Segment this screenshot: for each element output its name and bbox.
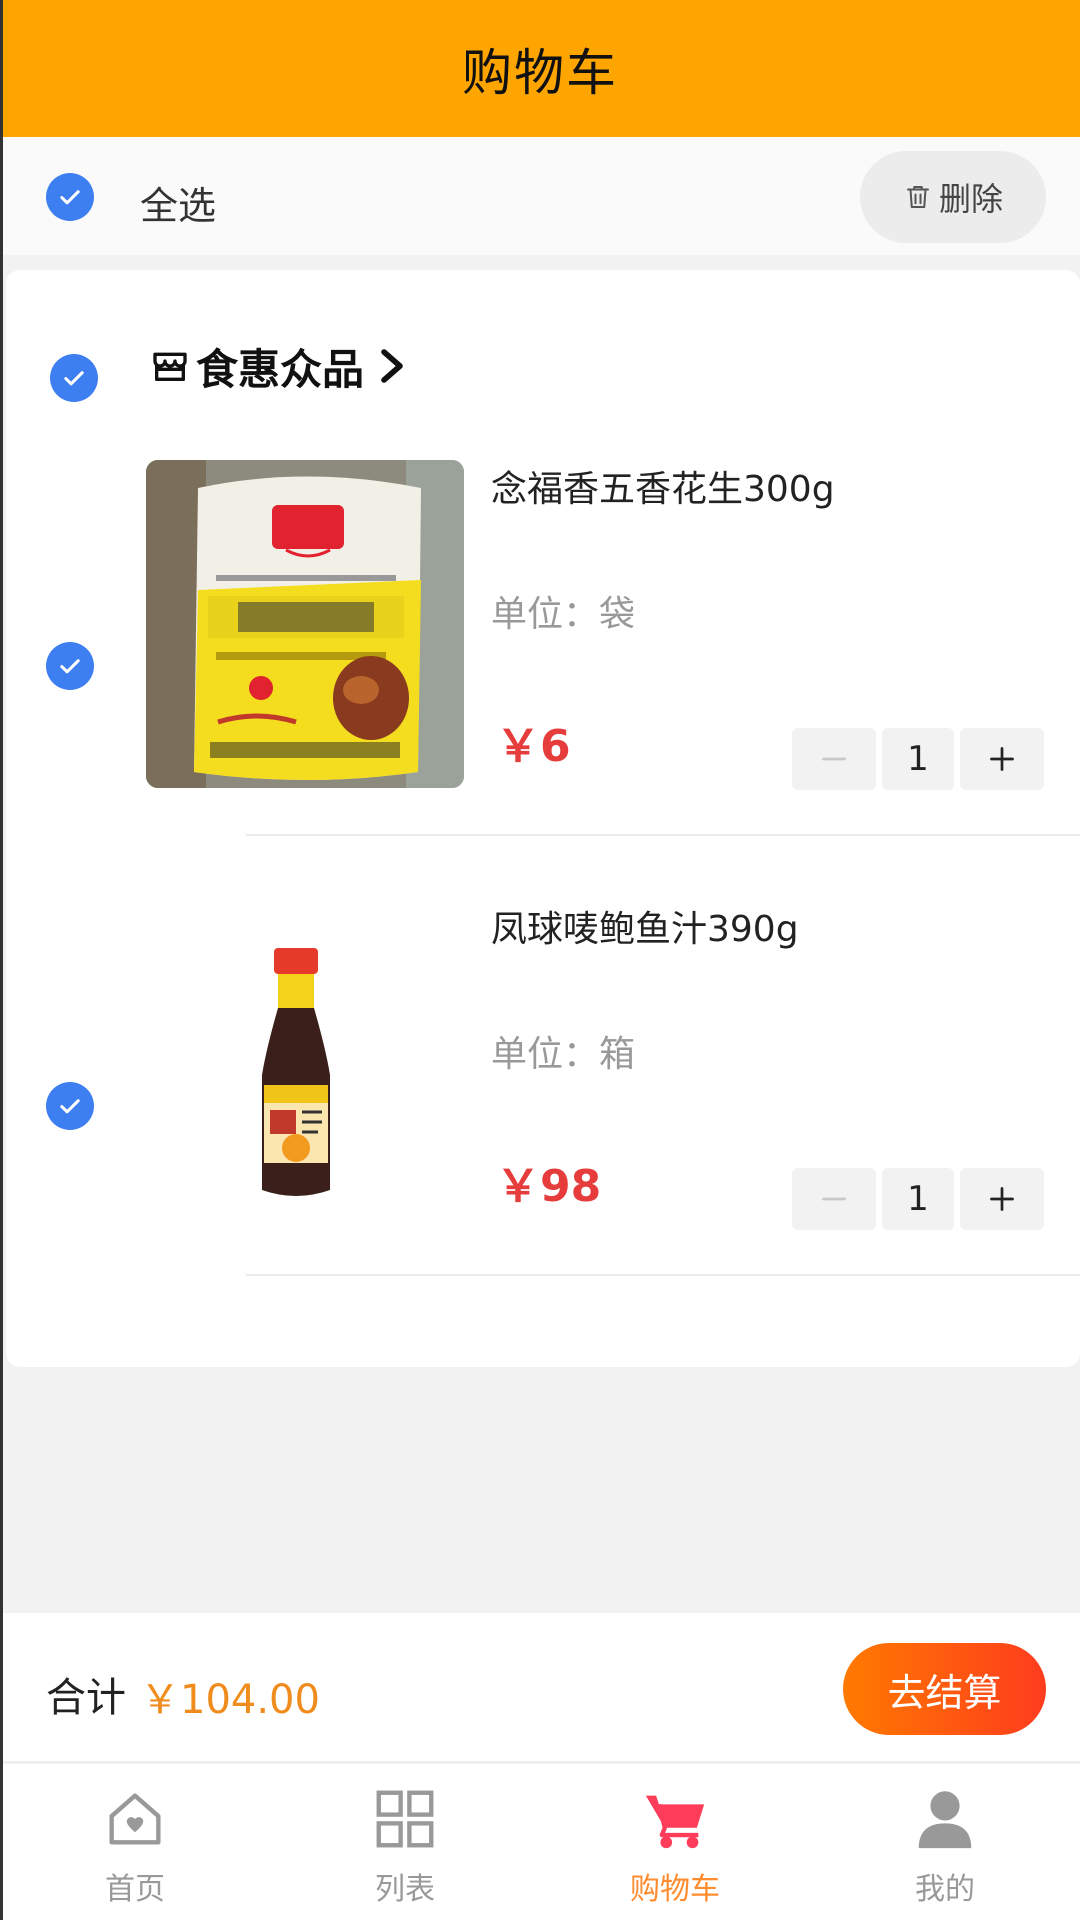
bottom-tab-bar: 首页 列表 购物车 我的 bbox=[0, 1764, 1080, 1920]
decrement-button[interactable] bbox=[792, 1168, 876, 1230]
delete-label: 删除 bbox=[938, 180, 1003, 218]
increment-button[interactable] bbox=[960, 1168, 1044, 1230]
shop-icon bbox=[153, 352, 187, 381]
tab-label: 购物车 bbox=[630, 1872, 720, 1907]
minus-icon bbox=[822, 757, 846, 761]
product-image[interactable] bbox=[146, 460, 464, 788]
increment-button[interactable] bbox=[960, 728, 1044, 790]
tab-profile[interactable]: 我的 bbox=[810, 1764, 1080, 1920]
user-icon bbox=[918, 1791, 972, 1849]
home-icon bbox=[109, 1793, 161, 1845]
quantity-stepper: 1 bbox=[792, 728, 1044, 790]
cart-icon bbox=[645, 1795, 705, 1849]
plus-icon bbox=[990, 1187, 1014, 1211]
peanut-bag-image bbox=[146, 460, 464, 788]
item-price: ￥6 bbox=[496, 721, 571, 772]
select-all-label: 全选 bbox=[140, 184, 217, 228]
item-name: 念福香五香花生300g bbox=[491, 469, 835, 510]
cart-item: 念福香五香花生300g 单位：袋 ￥6 1 bbox=[6, 460, 1080, 900]
item-checkbox[interactable] bbox=[46, 1082, 94, 1130]
total-label: 合计 bbox=[46, 1675, 126, 1721]
quantity-value[interactable]: 1 bbox=[882, 728, 954, 790]
grid-icon bbox=[376, 1790, 434, 1848]
item-divider bbox=[246, 834, 1080, 836]
select-all-checkbox[interactable] bbox=[46, 173, 94, 221]
quantity-value[interactable]: 1 bbox=[882, 1168, 954, 1230]
store-cart-card: 食惠众品 念福香五香花生300g 单位：袋 ￥6 1 凤球唛鲍鱼汁390g 单位… bbox=[6, 270, 1080, 1367]
plus-icon bbox=[990, 747, 1014, 771]
item-name: 凤球唛鲍鱼汁390g bbox=[491, 909, 799, 950]
product-image[interactable] bbox=[146, 900, 464, 1228]
total-amount: ￥104.00 bbox=[140, 1677, 320, 1723]
tab-label: 列表 bbox=[375, 1872, 435, 1907]
cart-item: 凤球唛鲍鱼汁390g 单位：箱 ￥98 1 bbox=[6, 900, 1080, 1340]
app-header: 购物车 bbox=[0, 0, 1080, 137]
item-divider bbox=[246, 1274, 1080, 1276]
window-edge bbox=[0, 0, 3, 1920]
select-all-bar: 全选 删除 bbox=[0, 137, 1080, 255]
item-unit: 单位：袋 bbox=[491, 594, 636, 635]
checkmark-icon bbox=[64, 371, 84, 386]
page-title: 购物车 bbox=[462, 43, 618, 102]
item-checkbox[interactable] bbox=[46, 642, 94, 690]
tab-label: 首页 bbox=[105, 1872, 165, 1907]
decrement-button[interactable] bbox=[792, 728, 876, 790]
chevron-right-icon bbox=[381, 349, 403, 383]
tab-cart[interactable]: 购物车 bbox=[540, 1764, 810, 1920]
checkmark-icon bbox=[60, 1099, 80, 1114]
tab-label: 我的 bbox=[915, 1872, 975, 1907]
store-name: 食惠众品 bbox=[196, 344, 365, 394]
sauce-bottle-image bbox=[146, 900, 464, 1228]
item-price: ￥98 bbox=[496, 1161, 602, 1212]
checkout-bar: 合计 ￥104.00 去结算 bbox=[0, 1613, 1080, 1763]
minus-icon bbox=[822, 1197, 846, 1201]
checkmark-icon bbox=[60, 659, 80, 674]
checkout-button[interactable]: 去结算 bbox=[843, 1643, 1046, 1735]
quantity-stepper: 1 bbox=[792, 1168, 1044, 1230]
store-header[interactable]: 食惠众品 bbox=[150, 336, 408, 396]
tab-list[interactable]: 列表 bbox=[270, 1764, 540, 1920]
store-checkbox[interactable] bbox=[50, 354, 98, 402]
checkmark-icon bbox=[60, 190, 80, 205]
tab-home[interactable]: 首页 bbox=[0, 1764, 270, 1920]
delete-button[interactable]: 删除 bbox=[860, 151, 1046, 243]
item-unit: 单位：箱 bbox=[491, 1034, 636, 1075]
trash-icon bbox=[906, 186, 929, 208]
